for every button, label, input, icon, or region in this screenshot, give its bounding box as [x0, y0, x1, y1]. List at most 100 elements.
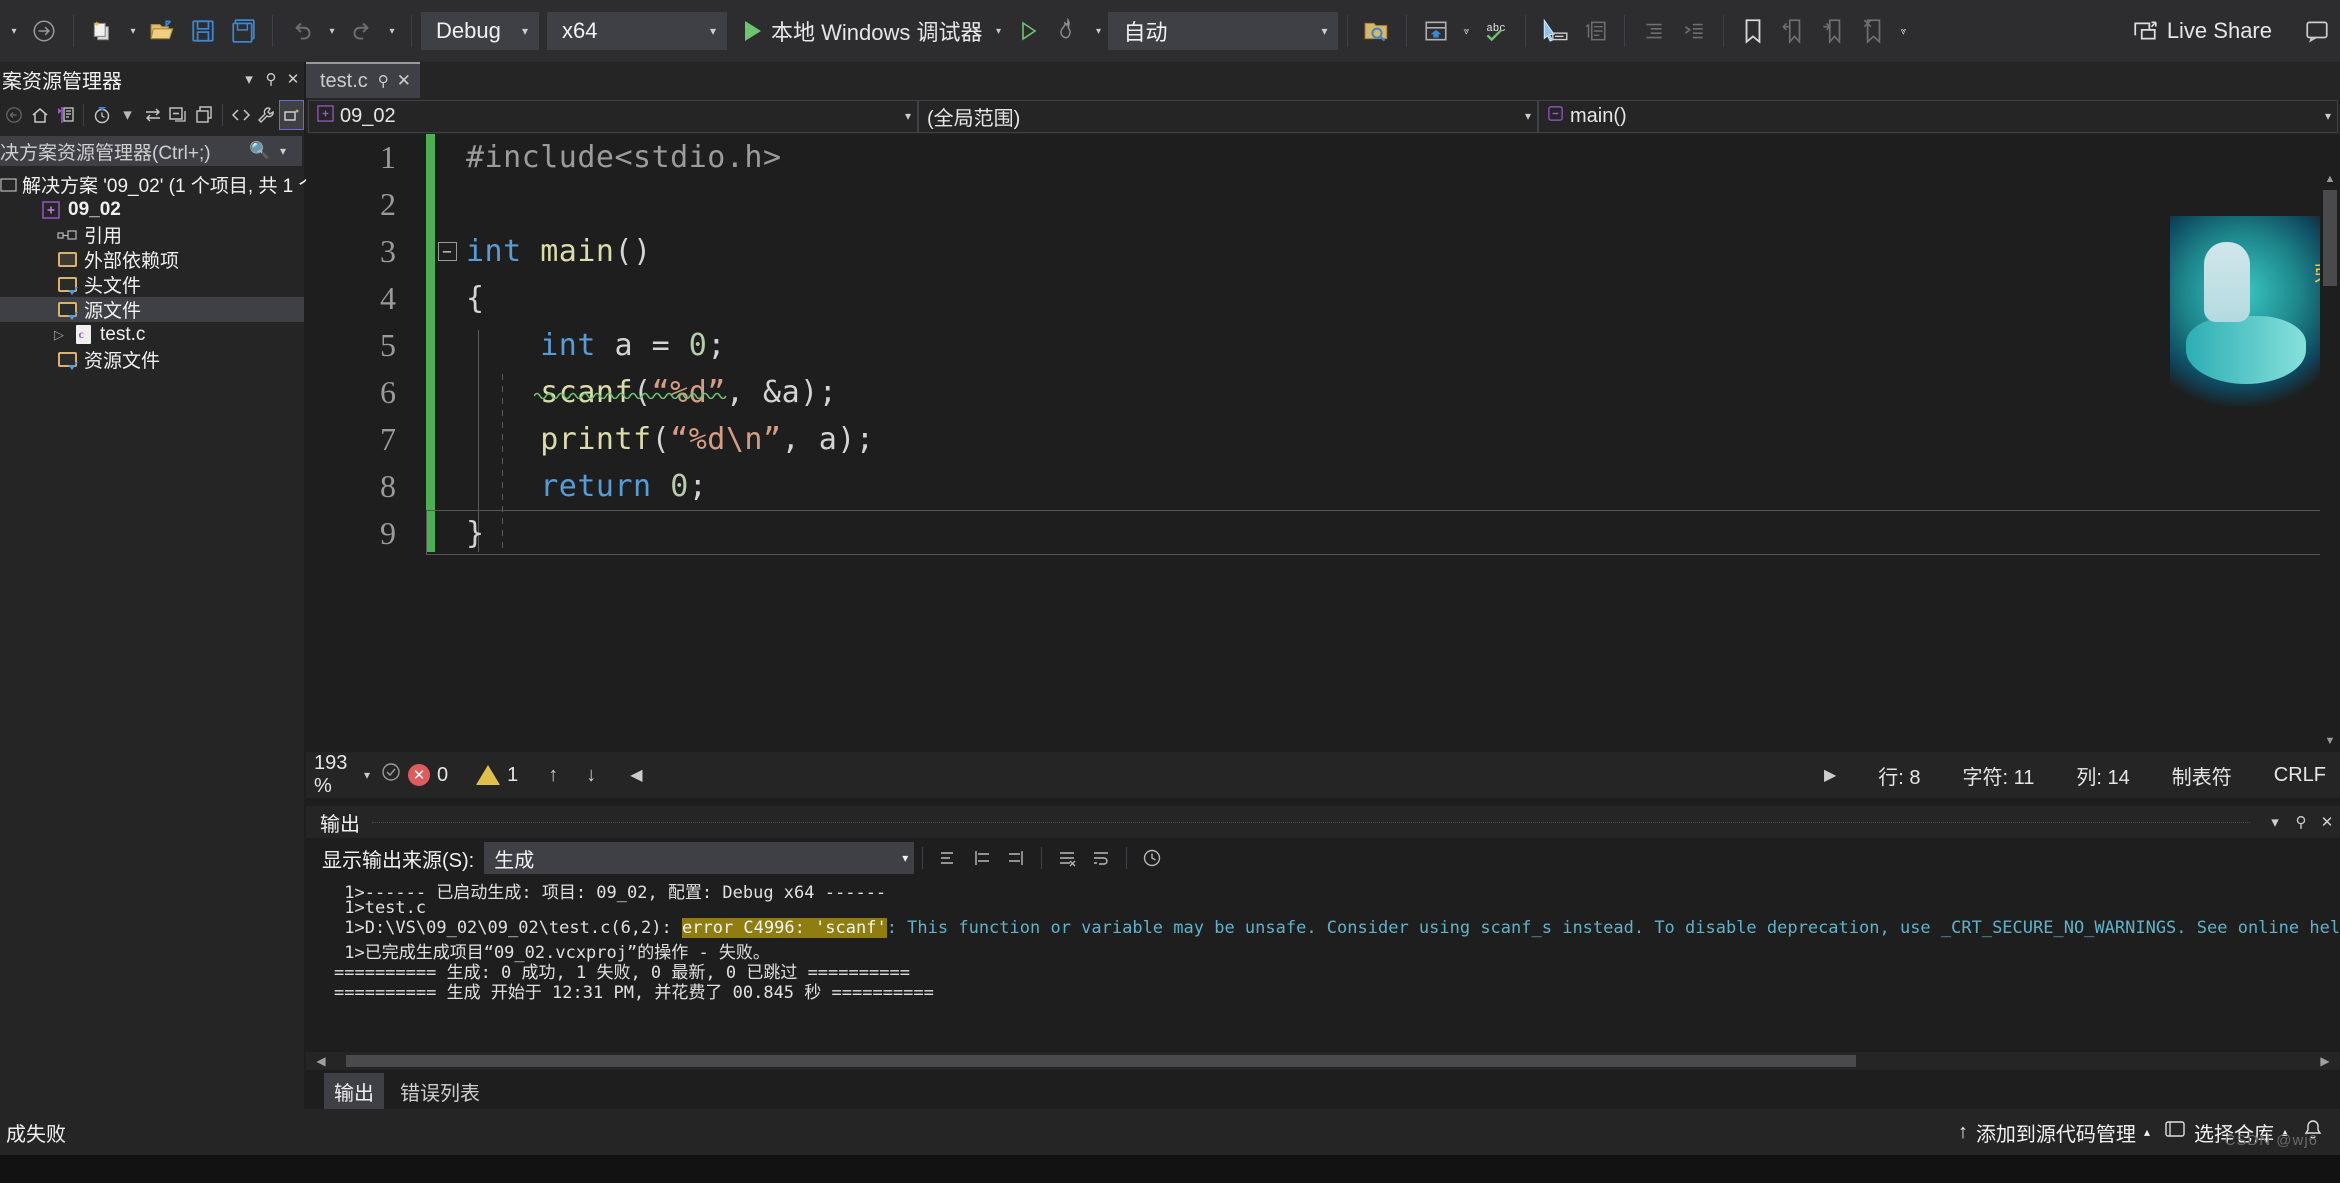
- pin-icon[interactable]: ⚲: [2288, 813, 2314, 831]
- zoom-level[interactable]: 193 %: [306, 752, 362, 798]
- sync-with-active-document-icon[interactable]: [141, 100, 165, 130]
- solution-explorer-search-box[interactable]: 决方案资源管理器(Ctrl+;) 🔍 ▾: [0, 136, 302, 166]
- tree-item-2[interactable]: 引用: [0, 222, 304, 247]
- outdent-icon[interactable]: [1634, 11, 1674, 51]
- solution-home-caret-icon[interactable]: ⩔: [1456, 26, 1476, 37]
- editor-tab-test-c[interactable]: test.c ⚲ ✕: [306, 62, 421, 98]
- feedback-icon[interactable]: [2304, 0, 2330, 62]
- code-line[interactable]: 4{: [306, 275, 2340, 322]
- start-debugging-button[interactable]: 本地 Windows 调试器: [737, 11, 988, 51]
- code-line[interactable]: 5 int a = 0;: [306, 322, 2340, 369]
- comment-icon[interactable]: [1575, 11, 1615, 51]
- new-project-icon[interactable]: [83, 11, 123, 51]
- new-project-caret-icon[interactable]: ▾: [123, 26, 143, 37]
- previous-issue-icon[interactable]: ↑: [548, 764, 558, 787]
- pin-icon[interactable]: ⚲: [260, 70, 282, 88]
- no-issues-found-icon[interactable]: [380, 761, 402, 789]
- tree-item-5[interactable]: 源文件: [0, 297, 304, 322]
- live-share-button[interactable]: Live Share: [2132, 0, 2272, 62]
- scroll-right-icon[interactable]: ▶: [1824, 765, 1836, 785]
- home-icon[interactable]: [27, 100, 51, 130]
- tree-expander-icon[interactable]: ▷: [48, 327, 70, 343]
- start-debugging-caret-icon[interactable]: ▾: [988, 26, 1008, 37]
- navbar-project-dropdown[interactable]: 09_02 ▾: [308, 99, 918, 133]
- process-dropdown[interactable]: 自动 ▾: [1108, 12, 1339, 50]
- navigate-back-icon[interactable]: [24, 11, 64, 51]
- bookmark-clear-icon[interactable]: [1853, 11, 1893, 51]
- preview-selected-items-icon[interactable]: [279, 100, 304, 130]
- solution-configuration-dropdown[interactable]: Debug ▾: [421, 12, 539, 50]
- code-text-area[interactable]: 1 #include<stdio.h> 2 3− int main() 4{5 int a…: [306, 134, 2340, 752]
- code-line[interactable]: 3 − int main(): [306, 228, 2340, 275]
- editor-vertical-scrollbar[interactable]: ▲ ▼: [2320, 170, 2340, 750]
- properties-icon[interactable]: [254, 100, 278, 130]
- clear-all-icon[interactable]: [931, 842, 965, 874]
- solution-home-icon[interactable]: [1416, 11, 1456, 51]
- code-line[interactable]: 2: [306, 181, 2340, 228]
- clear-pane-icon[interactable]: [1050, 842, 1084, 874]
- scrollbar-thumb[interactable]: [2323, 190, 2337, 286]
- chevron-down-icon[interactable]: ▾: [2262, 813, 2288, 831]
- tree-item-6[interactable]: ▷ c test.c: [0, 322, 304, 347]
- close-icon[interactable]: ✕: [397, 71, 411, 91]
- save-icon[interactable]: [183, 11, 223, 51]
- collapse-all-icon[interactable]: [166, 100, 190, 130]
- pointer-select-icon[interactable]: [1535, 11, 1575, 51]
- scroll-right-icon[interactable]: ▶: [2314, 1052, 2336, 1070]
- status-eol[interactable]: CRLF: [2274, 764, 2326, 787]
- close-icon[interactable]: ✕: [282, 70, 304, 88]
- error-count-indicator[interactable]: ✕ 0: [408, 764, 448, 787]
- hot-reload-icon[interactable]: [1048, 11, 1088, 51]
- scroll-left-icon[interactable]: ◀: [630, 765, 642, 785]
- pending-changes-filter-icon[interactable]: [90, 100, 114, 130]
- show-timestamps-icon[interactable]: [1135, 842, 1169, 874]
- find-in-files-icon[interactable]: [1357, 11, 1397, 51]
- undo-icon[interactable]: [282, 11, 322, 51]
- scroll-down-icon[interactable]: ▼: [2320, 732, 2340, 750]
- bookmark-next-icon[interactable]: [1813, 11, 1853, 51]
- switch-views-icon[interactable]: [53, 100, 77, 130]
- redo-icon[interactable]: [342, 11, 382, 51]
- navigate-backward-icon[interactable]: [2, 100, 26, 130]
- bookmark-previous-icon[interactable]: [1773, 11, 1813, 51]
- indent-icon[interactable]: [1674, 11, 1714, 51]
- output-tab-1[interactable]: 错误列表: [390, 1073, 490, 1110]
- go-to-next-message-icon[interactable]: [999, 842, 1033, 874]
- output-source-dropdown[interactable]: 生成 ▾: [484, 842, 915, 874]
- code-line[interactable]: 1 #include<stdio.h>: [306, 134, 2340, 181]
- output-horizontal-scrollbar[interactable]: ◀ ▶: [306, 1052, 2340, 1070]
- undo-caret-icon[interactable]: ▾: [322, 26, 342, 37]
- warning-count-indicator[interactable]: 1: [476, 764, 518, 787]
- toolbar-left-caret-icon[interactable]: ▾: [4, 26, 24, 37]
- navbar-member-dropdown[interactable]: main() ▾: [1538, 99, 2338, 133]
- bookmark-icon[interactable]: [1733, 11, 1773, 51]
- close-icon[interactable]: ✕: [2314, 813, 2340, 831]
- solution-platform-dropdown[interactable]: x64 ▾: [547, 12, 727, 50]
- output-tab-0[interactable]: 输出: [324, 1072, 384, 1110]
- chevron-down-icon[interactable]: ▾: [115, 100, 139, 130]
- scroll-up-icon[interactable]: ▲: [2320, 170, 2340, 188]
- code-line[interactable]: 8 return 0;: [306, 463, 2340, 510]
- redo-caret-icon[interactable]: ▾: [382, 26, 402, 37]
- scrollbar-thumb[interactable]: [346, 1055, 1856, 1067]
- navbar-scope-dropdown[interactable]: (全局范围) ▾: [918, 99, 1538, 133]
- spell-check-icon[interactable]: abc: [1476, 11, 1516, 51]
- tree-item-1[interactable]: 09_02: [0, 197, 304, 222]
- chevron-down-icon[interactable]: ▾: [280, 144, 302, 158]
- start-without-debugging-icon[interactable]: [1008, 11, 1048, 51]
- toggle-word-wrap-icon[interactable]: [1084, 842, 1118, 874]
- tree-item-7[interactable]: 资源文件: [0, 347, 304, 372]
- hot-reload-caret-icon[interactable]: ▾: [1088, 26, 1108, 37]
- scroll-left-icon[interactable]: ◀: [310, 1052, 332, 1070]
- next-issue-icon[interactable]: ↓: [586, 764, 596, 787]
- go-to-previous-message-icon[interactable]: [965, 842, 999, 874]
- chevron-down-icon[interactable]: ▾: [238, 70, 260, 88]
- output-text[interactable]: 1>------ 已启动生成: 项目: 09_02, 配置: Debug x64…: [306, 878, 2340, 1068]
- view-code-icon[interactable]: [229, 100, 253, 130]
- show-all-files-icon[interactable]: [191, 100, 215, 130]
- open-file-icon[interactable]: [143, 11, 183, 51]
- tree-item-0[interactable]: 解决方案 '09_02' (1 个项目, 共 1 个): [0, 172, 324, 197]
- search-icon[interactable]: 🔍: [240, 141, 280, 161]
- chevron-down-icon[interactable]: ▾: [362, 768, 380, 782]
- toolbar-overflow-icon[interactable]: ⩔: [1893, 26, 1913, 37]
